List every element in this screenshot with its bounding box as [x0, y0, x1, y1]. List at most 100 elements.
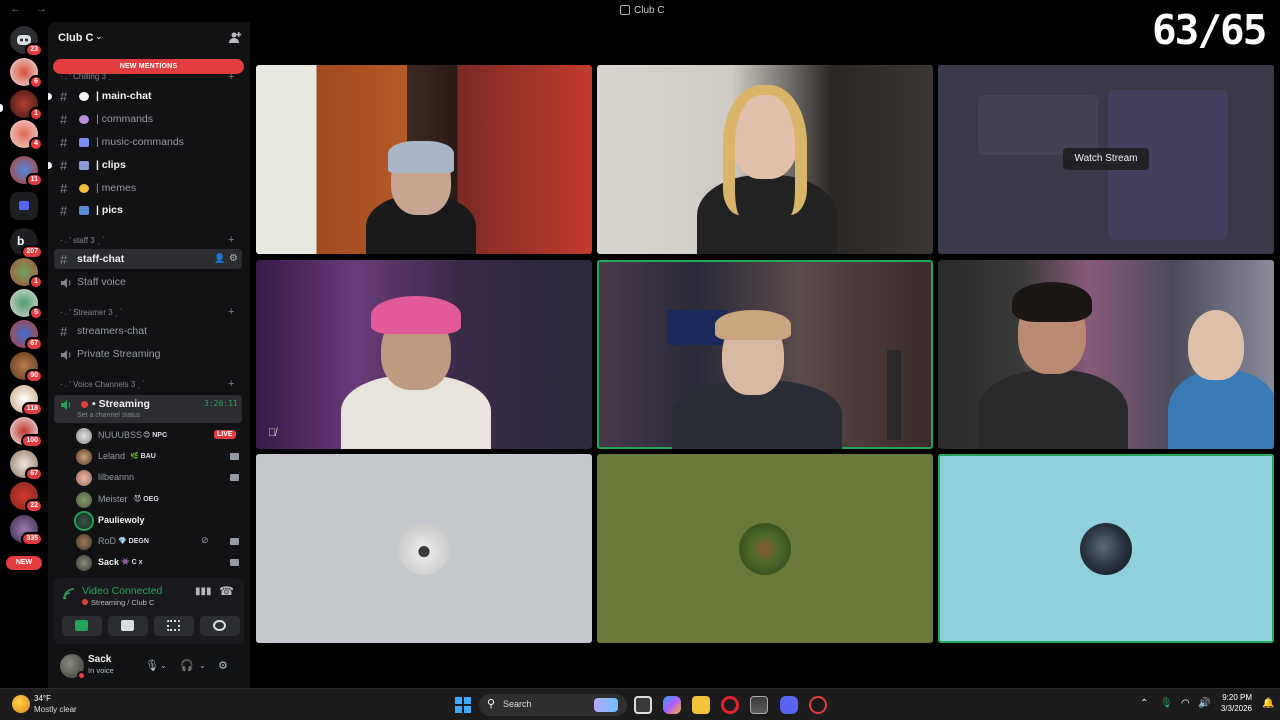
bot-face-icon	[79, 115, 89, 124]
copilot-icon[interactable]	[663, 696, 681, 714]
channel-streamers-chat[interactable]: # streamers-chat	[54, 321, 242, 341]
voice-channel-streaming[interactable]: • Streaming 3:20:11 Set a channel status	[54, 395, 242, 423]
category-voice-channels[interactable]: · . ' Voice Channels 3 ˏ ˋ	[60, 380, 145, 389]
connection-location[interactable]: Streaming / Club C	[82, 598, 154, 607]
search-icon: ⚲	[487, 698, 496, 710]
server-icon[interactable]: 1	[10, 258, 43, 289]
start-button[interactable]	[455, 697, 471, 713]
app-icon[interactable]	[809, 696, 827, 714]
server-icon[interactable]: 67	[10, 450, 43, 481]
clock-time[interactable]: 9:20 PM	[1222, 693, 1252, 702]
folder-icon[interactable]	[10, 192, 38, 220]
back-forward-icon[interactable]: ← →	[10, 3, 53, 15]
channel-commands[interactable]: # | commands	[54, 109, 242, 129]
chevron-down-icon[interactable]: ⌄	[160, 661, 167, 670]
weather-temperature[interactable]: 34°F	[34, 694, 51, 703]
avatar-tile[interactable]	[597, 454, 933, 643]
guild-header[interactable]: Club C ⌄	[48, 22, 250, 54]
channel-clips[interactable]: # | clips	[48, 155, 242, 175]
direct-messages-icon[interactable]: 23	[10, 26, 43, 57]
taskbar-search[interactable]: ⚲ Search	[479, 694, 627, 716]
category-chilling[interactable]: · . ' Chilling 3 ˏ ˋ	[60, 72, 116, 81]
channel-music-commands[interactable]: # | music-commands	[54, 132, 242, 152]
category-staff[interactable]: · . ' staff 3 ˏ ˋ	[60, 236, 105, 245]
task-view-icon[interactable]	[634, 696, 652, 714]
video-tile[interactable]: 🎙̸	[256, 260, 592, 449]
server-icon[interactable]: 118	[10, 385, 43, 416]
avatar	[76, 428, 92, 444]
new-unreads-pill[interactable]: NEW	[6, 556, 42, 570]
wifi-icon[interactable]: ◠	[1181, 698, 1190, 709]
file-explorer-icon[interactable]	[692, 696, 710, 714]
soundboard-button[interactable]	[200, 616, 240, 636]
connection-status[interactable]: Video Connected	[82, 585, 162, 597]
video-tile[interactable]	[256, 65, 592, 254]
voice-user[interactable]: RoD 💎 DEGN ⊘	[76, 532, 242, 552]
channel-name: | pics	[96, 204, 123, 216]
opera-icon[interactable]	[721, 696, 739, 714]
activities-button[interactable]	[154, 616, 194, 636]
add-channel-icon[interactable]: +	[228, 306, 234, 318]
add-channel-icon[interactable]: +	[228, 71, 234, 83]
server-icon[interactable]: 100	[10, 417, 43, 448]
store-icon[interactable]	[750, 696, 768, 714]
chevron-up-icon[interactable]: ⌃	[1140, 698, 1148, 709]
watch-stream-button[interactable]: Watch Stream	[1063, 148, 1149, 170]
category-streamer[interactable]: · . ' Streamer 3 ˏ ˋ	[60, 308, 122, 317]
server-icon[interactable]: 11	[10, 156, 43, 187]
video-tile[interactable]	[597, 65, 933, 254]
discord-app-icon[interactable]	[780, 696, 798, 714]
server-icon[interactable]: b 207	[10, 228, 43, 259]
voice-user[interactable]: Pauliewoly	[76, 511, 242, 531]
disconnect-icon[interactable]: ☎	[219, 584, 234, 598]
avatar-tile-speaking[interactable]	[938, 454, 1274, 643]
headphones-icon[interactable]: 🎧	[180, 659, 194, 672]
weather-icon[interactable]	[12, 695, 30, 713]
voice-user[interactable]: lilbeannn	[76, 468, 242, 488]
channel-private-streaming[interactable]: Private Streaming	[54, 344, 242, 364]
server-icon[interactable]: 67	[10, 320, 43, 351]
weather-description[interactable]: Mostly clear	[34, 705, 77, 714]
volume-icon[interactable]: 🔊	[1198, 698, 1210, 709]
server-icon[interactable]: 90	[10, 352, 43, 383]
server-icon[interactable]: 335	[10, 515, 43, 546]
channel-staff-voice[interactable]: Staff voice	[54, 272, 242, 292]
stream-preview-tile[interactable]: Watch Stream	[938, 65, 1274, 254]
microphone-icon[interactable]: 🎙	[1160, 698, 1173, 709]
gear-icon[interactable]: ⚙	[218, 659, 228, 672]
video-tile-speaking[interactable]	[597, 260, 933, 449]
voice-user[interactable]: Leland 🌿 BAU	[76, 447, 242, 467]
invite-people-icon[interactable]	[228, 31, 242, 45]
gear-icon[interactable]: ⚙	[229, 253, 238, 264]
add-channel-icon[interactable]: +	[228, 234, 234, 246]
channel-staff-chat[interactable]: # staff-chat 👤 ⚙	[54, 249, 242, 269]
server-icon	[620, 5, 630, 15]
server-icon[interactable]: 1	[10, 90, 43, 121]
channel-name: Staff voice	[77, 276, 126, 288]
screen-share-button[interactable]	[108, 616, 148, 636]
avatar-tile[interactable]	[256, 454, 592, 643]
noise-suppression-icon[interactable]: ▮▮▮	[195, 586, 212, 597]
channel-pics[interactable]: # | pics	[54, 200, 242, 220]
server-icon[interactable]: 6	[10, 58, 43, 89]
avatar	[1080, 523, 1132, 575]
create-invite-icon[interactable]: 👤	[214, 253, 225, 264]
server-icon[interactable]: 4	[10, 120, 43, 151]
voice-user[interactable]: NUUUBSS 😊 NPC LIVE	[76, 426, 242, 446]
chevron-down-icon[interactable]: ⌄	[199, 661, 206, 670]
camera-toggle-button[interactable]	[62, 616, 102, 636]
notification-bell-icon[interactable]: 🔔	[1262, 698, 1274, 709]
microphone-icon[interactable]: 🎙	[145, 659, 159, 672]
channel-main-chat[interactable]: # | main-chat	[48, 86, 242, 106]
set-channel-status[interactable]: Set a channel status	[77, 412, 140, 419]
server-icon[interactable]: 22	[10, 482, 43, 513]
user-name[interactable]: Sack	[88, 654, 111, 665]
channel-memes[interactable]: # | memes	[54, 178, 242, 198]
add-channel-icon[interactable]: +	[228, 378, 234, 390]
voice-user[interactable]: Meister 😈 OEG	[76, 490, 242, 510]
server-icon[interactable]: 5	[10, 289, 43, 320]
video-tile[interactable]	[938, 260, 1274, 449]
signal-strength-icon[interactable]	[62, 587, 76, 604]
voice-user[interactable]: Sack 👾 C x	[76, 553, 242, 573]
clock-date[interactable]: 3/3/2026	[1212, 704, 1252, 713]
